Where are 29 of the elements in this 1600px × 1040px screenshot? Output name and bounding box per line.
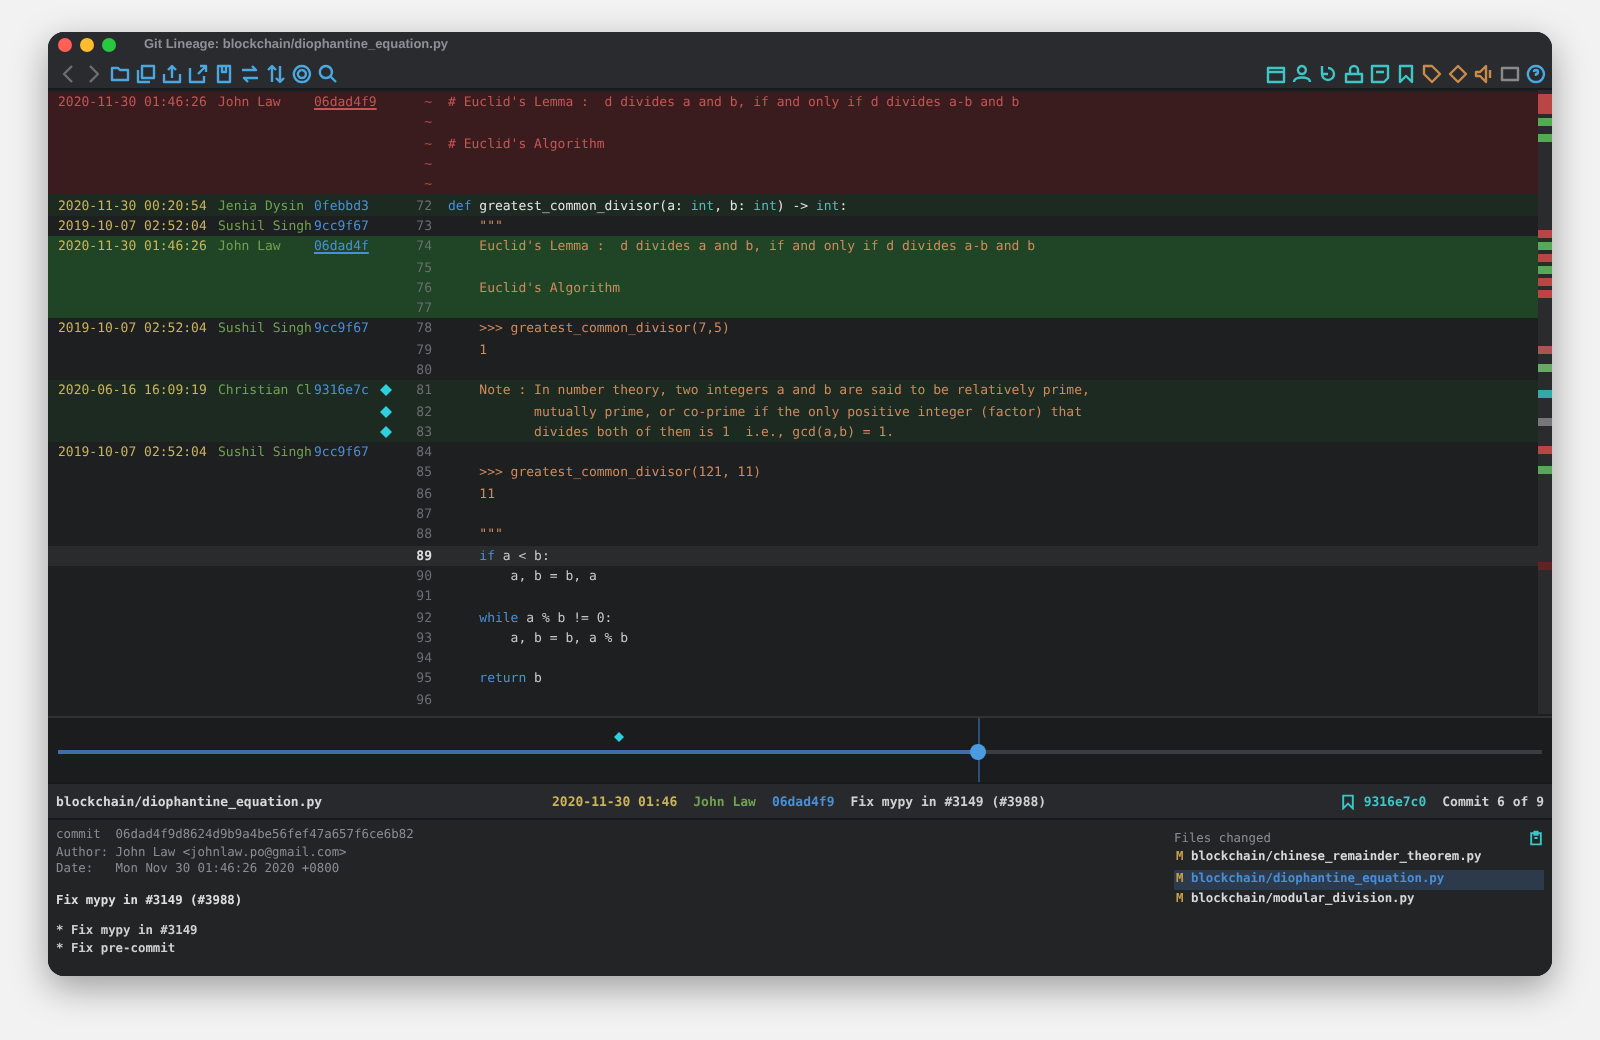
square-icon[interactable] xyxy=(1500,63,1520,83)
close-button[interactable] xyxy=(58,38,72,52)
zoom-button[interactable] xyxy=(102,38,116,52)
forward-icon[interactable] xyxy=(84,63,104,83)
diamond-icon[interactable] xyxy=(1448,63,1468,83)
person-icon[interactable] xyxy=(1292,63,1312,83)
minimize-button[interactable] xyxy=(80,38,94,52)
swap-icon[interactable] xyxy=(240,63,260,83)
slider-thumb[interactable] xyxy=(970,744,987,760)
calendar-icon[interactable] xyxy=(1266,63,1286,83)
note-icon[interactable] xyxy=(1370,63,1390,83)
copy-icon[interactable] xyxy=(136,63,156,83)
back-icon[interactable] xyxy=(58,63,78,83)
speaker-icon[interactable] xyxy=(1474,63,1494,83)
document-icon[interactable] xyxy=(214,63,234,83)
diamond-icon xyxy=(614,732,625,742)
search-icon[interactable] xyxy=(318,63,338,83)
bookmark-icon xyxy=(1339,793,1356,809)
external-link-icon[interactable] xyxy=(188,63,208,83)
share-icon[interactable] xyxy=(162,63,182,83)
help-icon[interactable] xyxy=(1526,63,1546,83)
lock-icon[interactable] xyxy=(1344,63,1364,83)
tag-icon[interactable] xyxy=(1422,63,1442,83)
bookmark-icon[interactable] xyxy=(1396,63,1416,83)
timeline-slider[interactable] xyxy=(58,718,1542,782)
compare-icon[interactable] xyxy=(266,63,286,83)
clipboard-icon[interactable] xyxy=(1528,830,1544,846)
folder-icon[interactable] xyxy=(110,63,130,83)
history-icon[interactable] xyxy=(1318,63,1338,83)
